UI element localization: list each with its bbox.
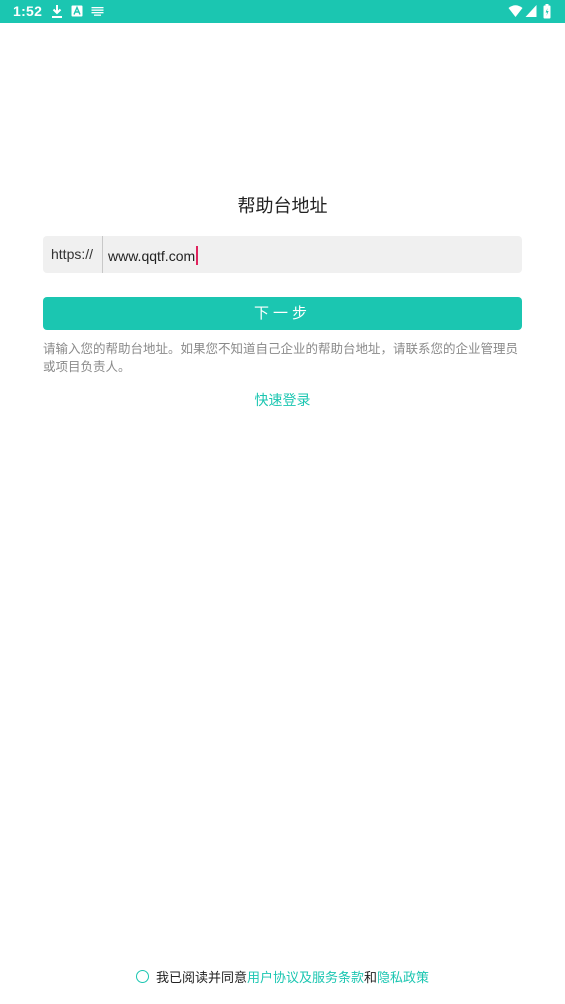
wifi-icon — [508, 4, 523, 19]
privacy-policy-link[interactable]: 隐私政策 — [377, 967, 429, 986]
url-divider — [102, 236, 103, 273]
terms-link[interactable]: 用户协议及服务条款 — [247, 967, 364, 986]
download-icon — [51, 4, 63, 19]
agreement-prefix: 我已阅读并同意 — [155, 971, 247, 986]
a-app-icon — [71, 4, 83, 19]
notification-icon — [91, 4, 104, 19]
battery-icon — [543, 4, 551, 19]
next-step-button[interactable]: 下一步 — [43, 297, 522, 330]
url-protocol-prefix: https:// — [51, 246, 94, 262]
screen: 1:52 帮助台地址 https:// www.qqtf.com 下一步 请输入… — [0, 0, 565, 1004]
helpdesk-hint-text: 请输入您的帮助台地址。如果您不知道自己企业的帮助台地址，请联系您的企业管理员或项… — [43, 341, 519, 374]
helpdesk-url-field[interactable]: https:// www.qqtf.com — [43, 236, 522, 273]
status-bar: 1:52 — [0, 0, 565, 23]
agreement-conjunction: 和 — [364, 971, 378, 986]
page-title: 帮助台地址 — [237, 196, 328, 217]
agreement-row: 我已阅读并同意 用户协议及服务条款 和 隐私政策 — [0, 967, 565, 986]
agree-checkbox[interactable] — [135, 970, 149, 983]
url-input[interactable]: www.qqtf.com — [108, 246, 199, 265]
status-time: 1:52 — [13, 3, 43, 19]
cellular-signal-icon — [525, 4, 537, 19]
url-input-value: www.qqtf.com — [108, 247, 196, 264]
quick-login-link[interactable]: 快速登录 — [0, 390, 565, 410]
text-caret — [196, 246, 199, 265]
